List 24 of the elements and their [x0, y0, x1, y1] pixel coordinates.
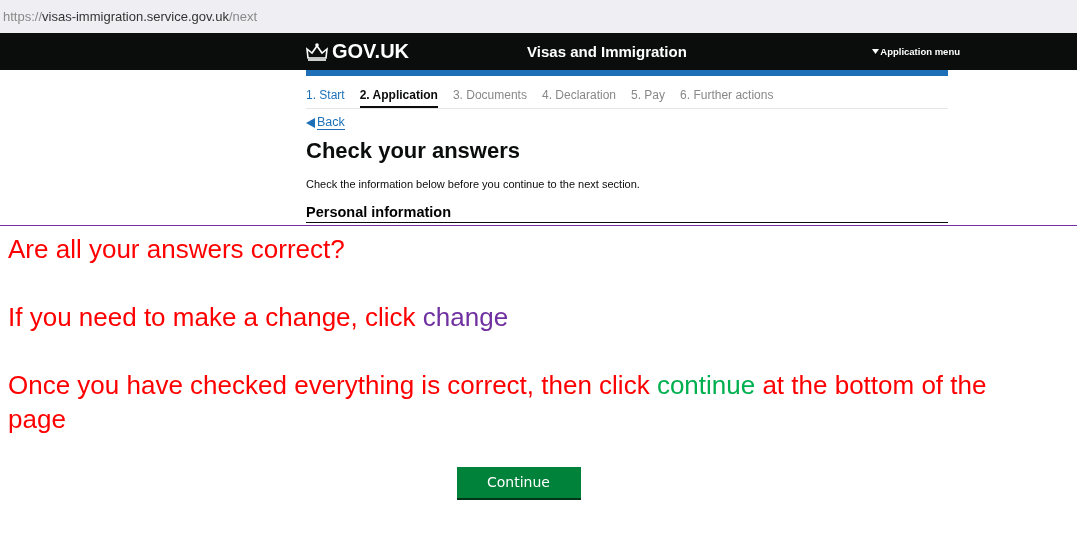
page-heading: Check your answers — [306, 137, 521, 164]
annotation-text: If you need to make a change, click change — [8, 300, 510, 334]
url-scheme: https:// — [3, 9, 43, 24]
url-host: visas-immigration.service.gov.uk — [42, 9, 229, 24]
url-path: /next — [228, 9, 258, 24]
back-arrow-icon — [306, 117, 315, 128]
address-bar[interactable]: https://visas-immigration.service.gov.uk/next — [0, 0, 1077, 33]
crown-icon — [306, 42, 328, 61]
back-link[interactable]: Back — [306, 115, 345, 130]
service-name[interactable]: Visas and Immigration — [527, 43, 687, 60]
continue-button[interactable]: Continue — [456, 466, 581, 498]
intro-text: Check the information below before you continue to the next section. — [306, 177, 641, 190]
progress-step[interactable]: 2. Application — [359, 88, 438, 108]
annotation-text: Once you have checked everything is correct, then click continue at the bottom of the page — [8, 368, 988, 436]
progress-step[interactable]: 6. Further actions — [680, 88, 774, 108]
progress-step[interactable]: 5. Pay — [631, 88, 666, 108]
progress-step[interactable]: 4. Declaration — [541, 88, 616, 108]
annotation-text: Are all your answers correct? — [8, 232, 346, 266]
progress-step[interactable]: 1. Start — [306, 88, 345, 108]
section-heading: Personal information — [306, 203, 948, 223]
caret-icon — [872, 49, 880, 54]
govuk-logo[interactable]: GOV.UK — [332, 40, 410, 63]
application-menu-button[interactable]: Application menu — [872, 46, 960, 57]
progress-step[interactable]: 3. Documents — [452, 88, 527, 108]
